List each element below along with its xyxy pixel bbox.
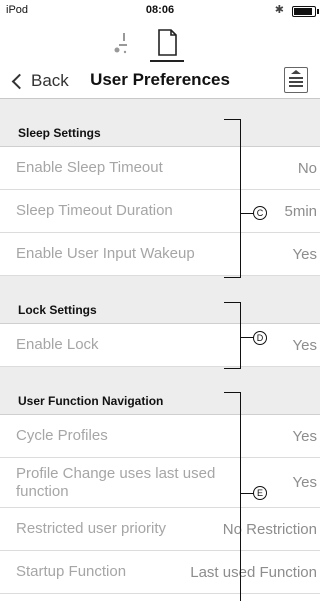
- row-restricted-user-priority[interactable]: Restricted user priority No Restriction: [0, 508, 320, 551]
- callout-line: [240, 493, 254, 494]
- row-label: Enable Lock: [16, 336, 99, 353]
- preferences-list: Sleep Settings Enable Sleep Timeout No S…: [0, 99, 320, 594]
- bluetooth-icon: ✱: [274, 4, 284, 16]
- callout-line: [240, 337, 254, 338]
- callout-line: [240, 302, 241, 369]
- row-enable-sleep-timeout[interactable]: Enable Sleep Timeout No: [0, 147, 320, 190]
- export-arrow: [291, 70, 301, 74]
- row-enable-lock[interactable]: Enable Lock Yes: [0, 324, 320, 367]
- row-value: No Restriction: [222, 520, 317, 538]
- status-time: 08:06: [145, 4, 175, 16]
- row-label: Enable Sleep Timeout: [16, 159, 163, 176]
- callout-line: [224, 392, 240, 393]
- section-title: Lock Settings: [18, 303, 97, 317]
- export-line: [289, 81, 303, 83]
- section-header-lock: Lock Settings: [0, 276, 320, 324]
- page-title: User Preferences: [90, 70, 230, 89]
- row-value: Yes: [292, 427, 317, 445]
- row-label: Restricted user priority: [16, 520, 167, 537]
- row-label: Profile Change uses last used function: [16, 464, 216, 500]
- row-profile-change-last-used[interactable]: Profile Change uses last used function Y…: [0, 458, 320, 508]
- callout-line: [224, 277, 240, 278]
- callout-c-label: C: [253, 206, 267, 220]
- callout-e-label: E: [253, 486, 267, 500]
- active-tab-indicator: [150, 60, 184, 62]
- navigation-bar: Back User Preferences: [0, 64, 320, 99]
- section-title: Sleep Settings: [18, 126, 101, 140]
- row-startup-function[interactable]: Startup Function Last used Function: [0, 551, 320, 594]
- export-icon[interactable]: [284, 67, 308, 93]
- icon-tab-bar: [0, 26, 320, 64]
- callout-line: [240, 392, 241, 601]
- row-sleep-timeout-duration[interactable]: Sleep Timeout Duration 5min: [0, 190, 320, 233]
- row-label: Startup Function: [16, 563, 127, 580]
- row-value: Yes: [292, 245, 317, 263]
- row-value: Yes: [292, 336, 317, 354]
- row-value: No: [297, 159, 317, 177]
- row-value: Yes: [292, 474, 317, 491]
- export-line: [289, 85, 303, 87]
- section-header-user-function-navigation: User Function Navigation: [0, 367, 320, 415]
- document-icon[interactable]: [150, 28, 184, 62]
- row-value: 5min: [284, 202, 317, 220]
- row-label: Sleep Timeout Duration: [16, 202, 173, 219]
- wheelchair-icon[interactable]: [112, 32, 136, 56]
- row-label: Cycle Profiles: [16, 427, 108, 444]
- row-enable-user-input-wakeup[interactable]: Enable User Input Wakeup Yes: [0, 233, 320, 276]
- status-bar: iPod 08:06 ✱: [0, 0, 320, 20]
- callout-line: [224, 119, 240, 120]
- callout-d-label: D: [253, 331, 267, 345]
- callout-line: [224, 368, 240, 369]
- callout-line: [224, 302, 240, 303]
- section-title: User Function Navigation: [18, 394, 164, 408]
- section-header-sleep: Sleep Settings: [0, 99, 320, 147]
- row-cycle-profiles[interactable]: Cycle Profiles Yes: [0, 415, 320, 458]
- export-line: [289, 77, 303, 79]
- row-value: Last used Function: [190, 563, 317, 581]
- row-label: Enable User Input Wakeup: [16, 245, 195, 262]
- callout-line: [240, 213, 254, 214]
- callout-line: [240, 119, 241, 278]
- battery-icon: [292, 6, 319, 17]
